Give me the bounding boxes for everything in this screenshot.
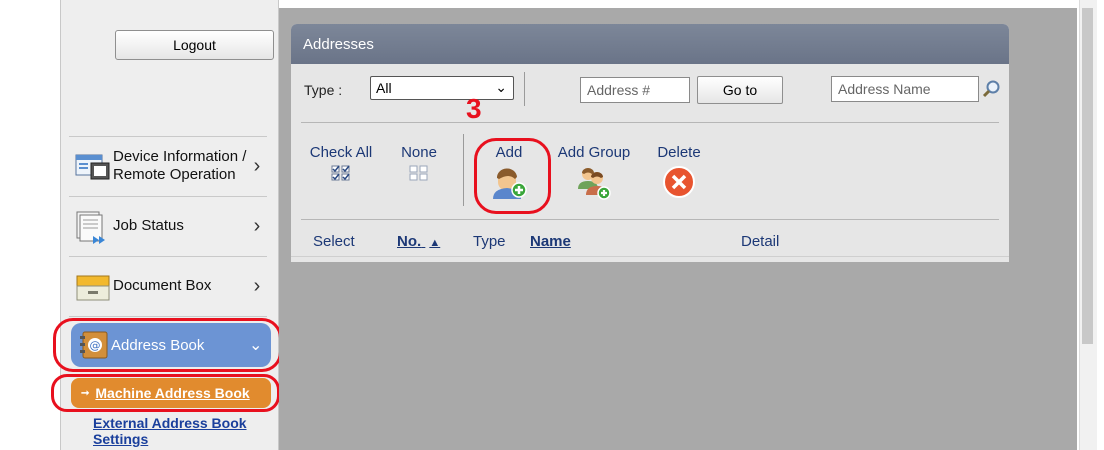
scrollbar-thumb[interactable] bbox=[1082, 8, 1093, 344]
check-all-icon bbox=[331, 165, 350, 181]
goto-button[interactable]: Go to bbox=[697, 76, 783, 104]
none-button[interactable]: None bbox=[391, 144, 447, 181]
sidebar-item-device-information[interactable]: Device Information / Remote Operation › bbox=[69, 136, 267, 196]
delete-label: Delete bbox=[657, 144, 701, 161]
device-info-icon bbox=[75, 154, 110, 180]
toolbar-divider bbox=[463, 134, 464, 206]
svg-text:@: @ bbox=[90, 339, 101, 352]
add-button[interactable]: Add bbox=[481, 144, 537, 199]
address-number-input[interactable]: Address # bbox=[580, 77, 690, 103]
sort-ascending-icon: ▲ bbox=[429, 237, 441, 249]
check-all-button[interactable]: Check All bbox=[303, 144, 379, 181]
add-user-icon bbox=[493, 168, 527, 199]
menu-divider bbox=[69, 316, 267, 317]
sidebar-subitem-label: Machine Address Book bbox=[95, 385, 250, 401]
sidebar: Logout Device Information / Remote Opera… bbox=[60, 0, 279, 450]
add-group-button[interactable]: Add Group bbox=[549, 144, 639, 201]
column-header-select: Select bbox=[313, 233, 355, 250]
address-book-icon: @ bbox=[80, 331, 108, 359]
chevron-right-icon: › bbox=[253, 214, 261, 237]
check-all-label: Check All bbox=[309, 144, 373, 161]
job-status-icon bbox=[76, 211, 105, 244]
chevron-right-icon: › bbox=[253, 274, 261, 297]
column-header-name[interactable]: Name bbox=[530, 233, 571, 250]
toolbar-separator bbox=[301, 122, 999, 123]
sidebar-item-job-status[interactable]: Job Status › bbox=[69, 196, 267, 256]
sidebar-item-label: Document Box bbox=[113, 277, 212, 294]
toolbar-divider bbox=[524, 72, 525, 106]
chevron-down-icon: ⌄ bbox=[495, 79, 507, 95]
type-select[interactable]: All ⌄ bbox=[370, 76, 514, 100]
column-header-number-label: No. bbox=[397, 233, 422, 250]
delete-button[interactable]: Delete bbox=[647, 144, 711, 199]
address-name-input[interactable]: Address Name bbox=[831, 76, 979, 102]
toolbar-separator bbox=[301, 219, 999, 220]
column-header-type: Type bbox=[473, 233, 506, 250]
sidebar-subitem-external-address-book-settings[interactable]: External Address Book Settings bbox=[93, 415, 268, 447]
search-icon[interactable] bbox=[981, 79, 1001, 99]
type-select-value: All bbox=[376, 80, 392, 96]
delete-icon bbox=[663, 166, 695, 198]
type-label: Type : bbox=[304, 82, 343, 98]
add-label: Add bbox=[495, 144, 523, 161]
logout-button[interactable]: Logout bbox=[115, 30, 274, 60]
sidebar-item-label-line1: Device Information / bbox=[113, 148, 247, 165]
chevron-right-icon: › bbox=[253, 154, 261, 177]
add-group-icon bbox=[578, 168, 611, 200]
sidebar-item-address-book[interactable]: @ Address Book ⌄ bbox=[71, 323, 271, 367]
sidebar-subitem-machine-address-book[interactable]: ➞ Machine Address Book bbox=[71, 378, 271, 408]
sidebar-item-document-box[interactable]: Document Box › bbox=[69, 256, 267, 316]
uncheck-all-icon bbox=[409, 165, 428, 181]
chevron-down-icon: ⌄ bbox=[249, 337, 263, 354]
sidebar-item-label: Address Book bbox=[111, 336, 205, 354]
sidebar-item-label: Job Status bbox=[113, 217, 184, 234]
arrow-right-icon: ➞ bbox=[81, 387, 90, 399]
step-number-3: 3 bbox=[466, 93, 482, 124]
document-box-icon bbox=[76, 275, 110, 301]
column-header-number[interactable]: No. ▲ bbox=[397, 233, 440, 250]
add-group-label: Add Group bbox=[557, 144, 631, 161]
none-label: None bbox=[401, 144, 437, 161]
column-header-detail: Detail bbox=[741, 233, 780, 250]
panel-title: Addresses bbox=[291, 24, 1009, 64]
table-header-border bbox=[291, 256, 1009, 257]
addresses-panel: Addresses Type : All ⌄ Address # Go to A… bbox=[291, 24, 1009, 262]
sidebar-item-label-line2: Remote Operation bbox=[113, 166, 236, 183]
